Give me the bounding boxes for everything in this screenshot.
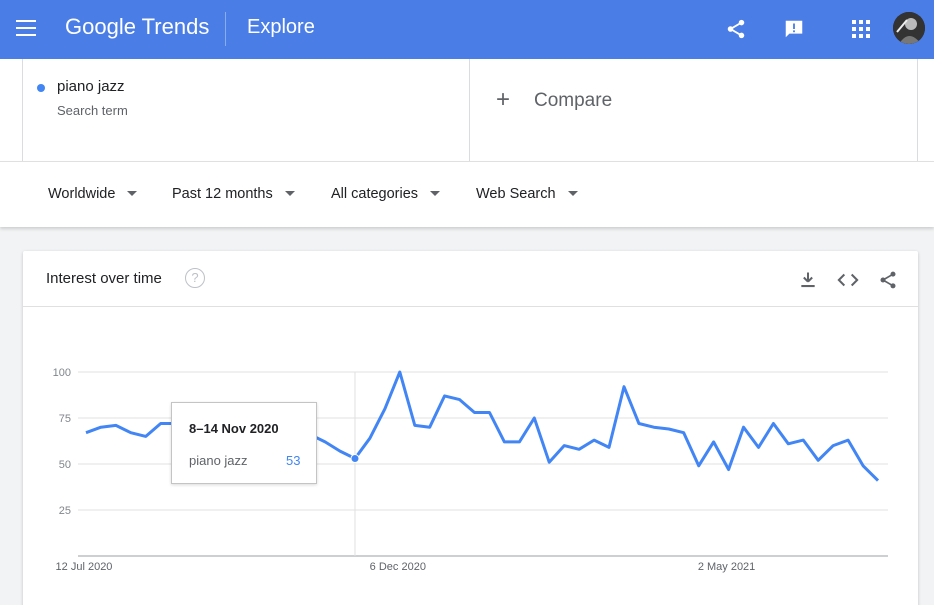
data-point [517,440,521,444]
embed-icon[interactable] [836,268,860,292]
data-point [547,460,551,464]
data-point [712,440,716,444]
data-point [383,407,387,411]
data-point [682,431,686,435]
share-icon[interactable] [876,268,900,292]
chevron-down-icon [284,190,295,196]
data-point [801,438,805,442]
filter-search-type-label: Web Search [476,186,556,202]
data-point [473,410,477,414]
y-tick-label: 100 [53,367,71,379]
data-point [398,370,402,374]
header-divider [225,12,226,46]
data-point [114,423,118,427]
data-point [607,445,611,449]
chevron-down-icon [567,190,578,196]
filter-bar: Worldwide Past 12 months All categories … [0,161,934,227]
data-point [99,425,103,429]
data-point [487,410,491,414]
data-point [742,425,746,429]
data-point [846,438,850,442]
menu-icon[interactable] [16,20,36,36]
apps-icon[interactable] [848,16,874,42]
data-point [84,431,88,435]
data-point [368,436,372,440]
data-point [786,442,790,446]
search-term-panel: piano jazz Search term + Compare [0,59,934,161]
tooltip-value: 53 [286,453,301,468]
search-term-name[interactable]: piano jazz [57,78,125,95]
share-icon[interactable] [723,16,749,42]
data-point [697,464,701,468]
help-icon[interactable]: ? [185,268,205,288]
data-point [771,422,775,426]
app-header: Google Trends Explore [0,0,934,59]
data-point [622,385,626,389]
feedback-icon[interactable] [781,16,807,42]
tooltip-date: 8–14 Nov 2020 [189,421,279,436]
plus-icon: + [496,86,511,113]
data-point [577,447,581,451]
data-point [502,440,506,444]
data-point [637,422,641,426]
data-point [831,444,835,448]
filter-location[interactable]: Worldwide [48,186,138,202]
y-tick-label: 25 [59,505,71,517]
data-point [861,464,865,468]
filter-search-type[interactable]: Web Search [476,186,578,202]
data-point [652,425,656,429]
data-point [159,422,163,426]
data-point [458,398,462,402]
compare-button[interactable]: + Compare [470,59,918,161]
card-divider [23,306,918,307]
term-color-dot [37,84,45,92]
data-point [592,438,596,442]
data-point [338,449,342,453]
logo-trends: Trends [141,14,210,39]
y-tick-label: 75 [59,413,71,425]
y-tick-label: 50 [59,459,71,471]
data-point [532,416,536,420]
page-title: Explore [247,16,315,38]
x-tick-label: 12 Jul 2020 [56,561,113,573]
data-point [413,423,417,427]
compare-label: Compare [534,90,613,111]
filter-location-label: Worldwide [48,186,116,202]
chevron-down-icon [127,190,138,196]
google-trends-logo[interactable]: Google Trends [65,14,209,40]
filter-category[interactable]: All categories [331,186,441,202]
search-term-type: Search term [57,103,128,118]
account-avatar[interactable] [893,12,925,44]
chevron-down-icon [430,190,441,196]
chart-tooltip: 8–14 Nov 2020 piano jazz 53 [171,402,317,484]
download-icon[interactable] [796,268,820,292]
data-point [428,425,432,429]
data-point [129,431,133,435]
data-point [443,394,447,398]
data-point [562,444,566,448]
card-title: Interest over time [46,270,162,287]
filter-time-label: Past 12 months [172,186,273,202]
data-point [144,434,148,438]
data-point [323,440,327,444]
tooltip-term: piano jazz [189,453,248,468]
filter-time-range[interactable]: Past 12 months [172,186,295,202]
logo-google: Google [65,14,136,39]
x-tick-label: 2 May 2021 [698,561,755,573]
x-tick-label: 6 Dec 2020 [370,561,426,573]
search-term-box[interactable]: piano jazz Search term [22,59,470,161]
data-point [876,479,880,483]
highlighted-data-point [350,453,360,463]
data-point [816,458,820,462]
data-point [727,468,731,472]
data-point [756,445,760,449]
data-point [667,427,671,431]
filter-category-label: All categories [331,186,419,202]
